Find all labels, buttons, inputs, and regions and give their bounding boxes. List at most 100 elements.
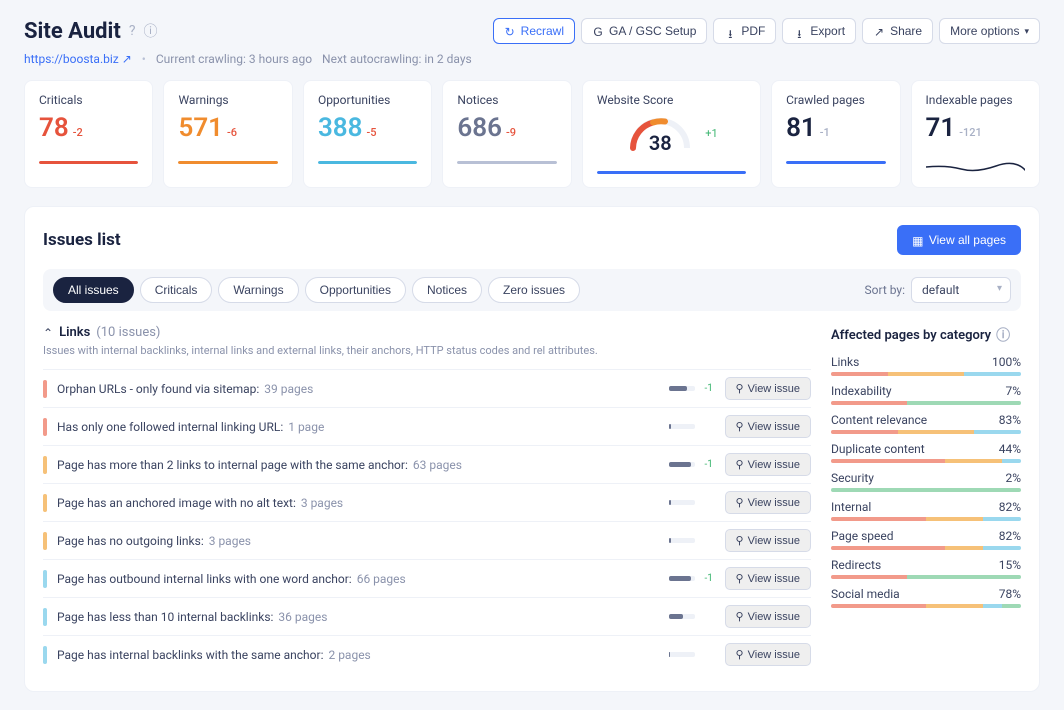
category-row[interactable]: Security2%: [831, 471, 1021, 492]
metric-cards: Criticals 78-2 Warnings 571-6 Opportunit…: [24, 80, 1040, 188]
search-icon: ⚲: [736, 572, 744, 585]
card-opportunities[interactable]: Opportunities 388-5: [303, 80, 432, 188]
export-button[interactable]: ⭳Export: [782, 18, 856, 44]
view-issue-button[interactable]: ⚲View issue: [725, 605, 811, 628]
category-row[interactable]: Social media 78%: [831, 587, 1021, 608]
pill-warnings[interactable]: Warnings: [218, 277, 298, 303]
ga-setup-button[interactable]: GGA / GSC Setup: [581, 18, 707, 44]
view-issue-button[interactable]: ⚲View issue: [725, 453, 811, 476]
sparkline: [926, 157, 1025, 175]
pill-all-issues[interactable]: All issues: [53, 277, 134, 303]
severity-tag: [43, 418, 47, 436]
card-warnings[interactable]: Warnings 571-6: [163, 80, 292, 188]
refresh-icon: ↻: [504, 25, 516, 37]
recrawl-button[interactable]: ↻Recrawl: [493, 18, 575, 44]
card-notices[interactable]: Notices 686-9: [442, 80, 571, 188]
category-bar: [831, 372, 1021, 376]
card-crawled[interactable]: Crawled pages 81-1: [771, 80, 900, 188]
category-bar: [831, 517, 1021, 521]
category-name: Page speed: [831, 529, 894, 543]
mini-bar: [669, 462, 695, 467]
more-options-button[interactable]: More options ▾: [939, 18, 1040, 44]
category-row[interactable]: Page speed82%: [831, 529, 1021, 550]
issue-text: Has only one followed internal linking U…: [57, 420, 659, 434]
mini-bar: [669, 386, 695, 391]
chevron-down-icon: ▾: [1024, 26, 1029, 37]
category-name: Security: [831, 471, 874, 485]
issue-row: Page has internal backlinks with the sam…: [43, 635, 811, 673]
view-issue-button[interactable]: ⚲View issue: [725, 567, 811, 590]
share-icon: ↗: [873, 25, 885, 37]
view-issue-button[interactable]: ⚲View issue: [725, 377, 811, 400]
category-bar: [831, 575, 1021, 579]
info-icon[interactable]: ⓘ: [996, 325, 1010, 345]
search-icon: ⚲: [736, 382, 744, 395]
pill-opportunities[interactable]: Opportunities: [305, 277, 406, 303]
search-icon: ⚲: [736, 496, 744, 509]
section-desc: Issues with internal backlinks, internal…: [43, 344, 811, 357]
search-icon: ⚲: [736, 610, 744, 623]
issue-row: Has only one followed internal linking U…: [43, 407, 811, 445]
category-row[interactable]: Content relevance 83%: [831, 413, 1021, 434]
category-name: Redirects: [831, 558, 881, 572]
view-issue-button[interactable]: ⚲View issue: [725, 643, 811, 666]
view-all-pages-button[interactable]: ▦View all pages: [897, 225, 1021, 255]
issue-text: Page has internal backlinks with the sam…: [57, 648, 659, 662]
category-row[interactable]: Indexability7%: [831, 384, 1021, 405]
category-row[interactable]: Redirects15%: [831, 558, 1021, 579]
score-gauge: 38: [625, 113, 695, 153]
pdf-button[interactable]: ⭳PDF: [713, 18, 776, 44]
severity-tag: [43, 380, 47, 398]
category-bar: [831, 488, 1021, 492]
crawl-status: Current crawling: 3 hours ago: [156, 52, 312, 66]
issue-row: Orphan URLs - only found via sitemap: 39…: [43, 369, 811, 407]
category-row[interactable]: Duplicate content44%: [831, 442, 1021, 463]
issue-delta: -1: [705, 573, 715, 584]
category-name: Content relevance: [831, 413, 927, 427]
category-name: Indexability: [831, 384, 892, 398]
category-row[interactable]: Internal82%: [831, 500, 1021, 521]
issue-row: Page has more than 2 links to internal p…: [43, 445, 811, 483]
mini-bar: [669, 500, 695, 505]
category-row[interactable]: Links100%: [831, 355, 1021, 376]
download-icon: ⭳: [724, 25, 736, 37]
category-bar: [831, 546, 1021, 550]
category-bar: [831, 604, 1021, 608]
severity-tag: [43, 608, 47, 626]
severity-tag: [43, 646, 47, 664]
pill-criticals[interactable]: Criticals: [140, 277, 213, 303]
export-icon: ⭳: [793, 25, 805, 37]
category-name: Social media: [831, 587, 900, 601]
issue-text: Page has less than 10 internal backlinks…: [57, 610, 659, 624]
site-url-link[interactable]: https://boosta.biz ↗: [24, 52, 132, 66]
issue-text: Page has outbound internal links with on…: [57, 572, 659, 586]
category-pct: 83%: [999, 413, 1021, 427]
card-score[interactable]: Website Score 38 +1: [582, 80, 761, 188]
category-pct: 78%: [999, 587, 1021, 601]
sort-label: Sort by:: [865, 283, 906, 297]
info-icon[interactable]: ⓘ: [143, 21, 157, 41]
view-issue-button[interactable]: ⚲View issue: [725, 529, 811, 552]
issue-delta: -1: [705, 459, 715, 470]
sub-header: https://boosta.biz ↗ • Current crawling:…: [24, 52, 1040, 66]
view-issue-button[interactable]: ⚲View issue: [725, 491, 811, 514]
issue-row: Page has less than 10 internal backlinks…: [43, 597, 811, 635]
section-toggle-links[interactable]: ⌃ Links (10 issues): [43, 325, 811, 340]
category-bar: [831, 459, 1021, 463]
share-button[interactable]: ↗Share: [862, 18, 933, 44]
card-indexable[interactable]: Indexable pages 71-121: [911, 80, 1040, 188]
sort-select[interactable]: default: [911, 277, 1011, 303]
pill-notices[interactable]: Notices: [412, 277, 482, 303]
search-icon: ⚲: [736, 534, 744, 547]
view-issue-button[interactable]: ⚲View issue: [725, 415, 811, 438]
pill-zero-issues[interactable]: Zero issues: [488, 277, 580, 303]
pages-icon: ▦: [912, 234, 924, 246]
card-criticals[interactable]: Criticals 78-2: [24, 80, 153, 188]
issue-row: Page has outbound internal links with on…: [43, 559, 811, 597]
issue-text: Page has more than 2 links to internal p…: [57, 458, 659, 472]
google-icon: G: [592, 25, 604, 37]
issue-text: Orphan URLs - only found via sitemap: 39…: [57, 382, 659, 396]
category-bar: [831, 430, 1021, 434]
help-icon[interactable]: ?: [129, 23, 136, 39]
category-pct: 44%: [999, 442, 1021, 456]
